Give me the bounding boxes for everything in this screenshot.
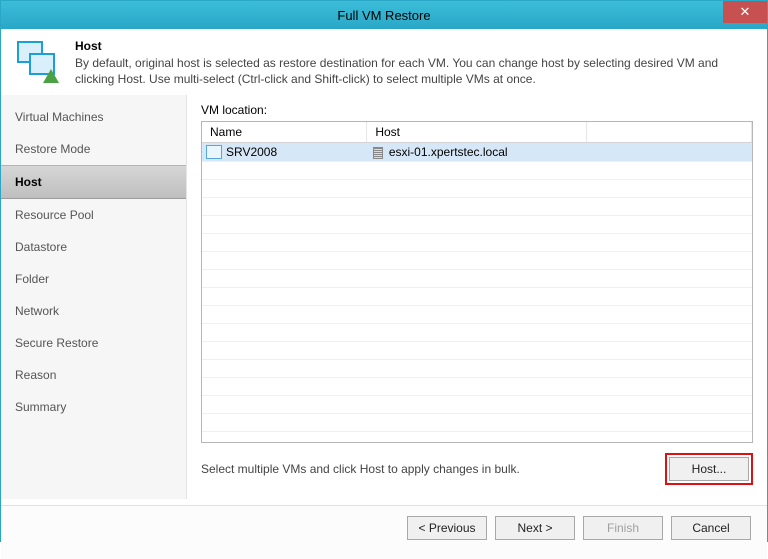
close-button[interactable]: ✕ xyxy=(723,1,767,23)
table-row[interactable] xyxy=(202,306,752,324)
table-row[interactable] xyxy=(202,288,752,306)
sidebar-step[interactable]: Secure Restore xyxy=(1,327,186,359)
sidebar-step[interactable]: Folder xyxy=(1,263,186,295)
finish-button[interactable]: Finish xyxy=(583,516,663,540)
wizard-main-panel: VM location: Name Host SRV2008 esxi-01.xp… xyxy=(187,95,767,499)
table-row[interactable] xyxy=(202,270,752,288)
table-row[interactable] xyxy=(202,378,752,396)
host-button-highlight: Host... xyxy=(665,453,753,485)
host-wizard-icon xyxy=(15,39,63,87)
sidebar-step[interactable]: Virtual Machines xyxy=(1,101,186,133)
col-name-header[interactable]: Name xyxy=(202,122,367,143)
table-row[interactable] xyxy=(202,180,752,198)
sidebar-step[interactable]: Summary xyxy=(1,391,186,423)
sidebar-step[interactable]: Resource Pool xyxy=(1,199,186,231)
table-row[interactable] xyxy=(202,360,752,378)
window-title: Full VM Restore xyxy=(337,8,430,23)
wizard-footer: < Previous Next > Finish Cancel xyxy=(1,505,767,559)
vm-name: SRV2008 xyxy=(226,145,277,159)
table-row[interactable] xyxy=(202,342,752,360)
previous-button[interactable]: < Previous xyxy=(407,516,487,540)
wizard-steps-sidebar: Virtual MachinesRestore ModeHostResource… xyxy=(1,95,187,499)
sidebar-step[interactable]: Host xyxy=(1,165,186,199)
page-title: Host xyxy=(75,39,753,53)
sidebar-step[interactable]: Reason xyxy=(1,359,186,391)
table-row[interactable] xyxy=(202,432,752,444)
vm-location-table[interactable]: Name Host SRV2008 esxi-01.xpertstec.local xyxy=(201,121,753,443)
host-button[interactable]: Host... xyxy=(669,457,749,481)
sidebar-step[interactable]: Datastore xyxy=(1,231,186,263)
table-row[interactable] xyxy=(202,216,752,234)
host-server-icon xyxy=(373,147,383,159)
sidebar-step[interactable]: Network xyxy=(1,295,186,327)
vm-icon xyxy=(208,147,222,159)
wizard-header-text: Host By default, original host is select… xyxy=(75,39,753,87)
table-row[interactable] xyxy=(202,198,752,216)
vm-location-label: VM location: xyxy=(201,103,753,117)
table-row[interactable] xyxy=(202,414,752,432)
table-row[interactable] xyxy=(202,252,752,270)
host-name: esxi-01.xpertstec.local xyxy=(389,145,508,159)
table-row[interactable] xyxy=(202,324,752,342)
sidebar-step[interactable]: Restore Mode xyxy=(1,133,186,165)
next-button[interactable]: Next > xyxy=(495,516,575,540)
close-icon: ✕ xyxy=(740,4,751,20)
table-row[interactable] xyxy=(202,396,752,414)
bulk-hint: Select multiple VMs and click Host to ap… xyxy=(201,462,520,476)
col-spacer xyxy=(587,122,752,143)
wizard-body: Virtual MachinesRestore ModeHostResource… xyxy=(1,95,767,499)
page-description: By default, original host is selected as… xyxy=(75,55,753,87)
table-row[interactable] xyxy=(202,162,752,180)
wizard-header: Host By default, original host is select… xyxy=(1,29,767,95)
table-row[interactable]: SRV2008 esxi-01.xpertstec.local xyxy=(202,143,752,162)
cancel-button[interactable]: Cancel xyxy=(671,516,751,540)
table-row[interactable] xyxy=(202,234,752,252)
titlebar: Full VM Restore ✕ xyxy=(1,1,767,29)
col-host-header[interactable]: Host xyxy=(367,122,587,143)
